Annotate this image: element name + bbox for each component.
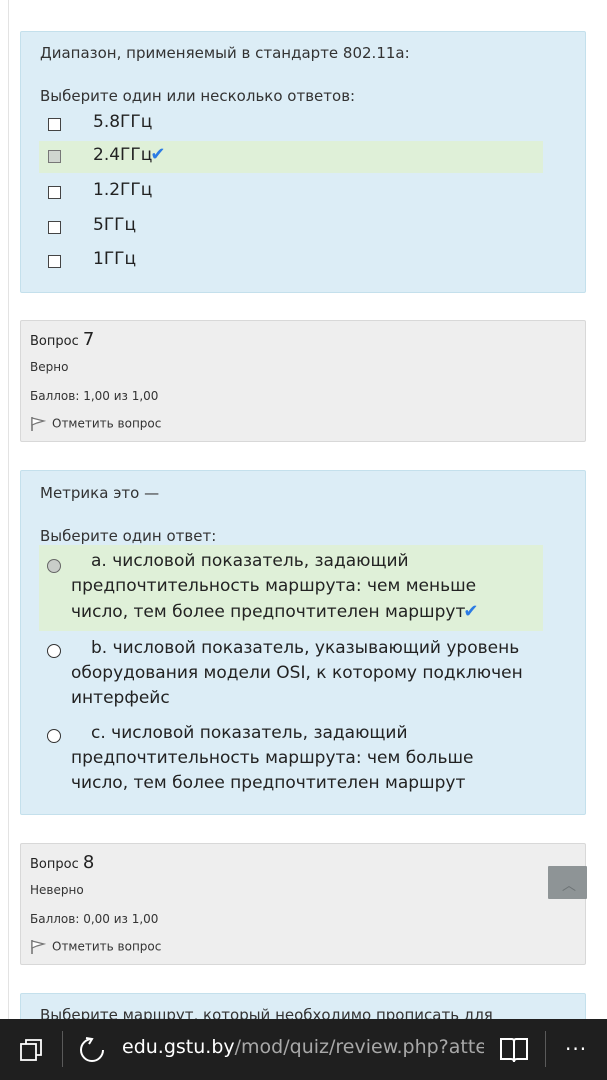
answer-checkbox-checked[interactable] (48, 150, 61, 163)
scroll-to-top-button[interactable]: ︿ (548, 866, 587, 899)
answer-option[interactable]: b. числовой показатель, указывающий уров… (39, 633, 543, 715)
toolbar-separator (62, 1031, 63, 1067)
chevron-up-icon: ︿ (562, 878, 576, 894)
answer-option[interactable]: 5ГГц (39, 212, 543, 244)
answer-label: c. числовой показатель, задающий предпоч… (71, 723, 474, 793)
answer-radio[interactable] (47, 729, 61, 743)
answer-option[interactable]: 1.2ГГц (39, 177, 543, 209)
question-number: Вопрос 7 (30, 329, 95, 350)
answer-option[interactable]: 1ГГц (39, 246, 543, 278)
flag-question-link[interactable]: Отметить вопрос (30, 939, 161, 955)
flag-icon (31, 940, 47, 954)
question-state: Верно (30, 360, 69, 374)
question-grade: Баллов: 1,00 из 1,00 (30, 389, 159, 403)
answer-label: 2.4ГГц (93, 145, 153, 165)
flag-question-link[interactable]: Отметить вопрос (30, 416, 161, 432)
checkmark-icon: ✔ (150, 144, 166, 165)
answer-option[interactable]: c. числовой показатель, задающий предпоч… (39, 719, 543, 801)
page-left-edge (0, 0, 9, 1080)
answer-prompt: Выберите один ответ: (40, 527, 217, 545)
answer-radio-selected[interactable] (47, 559, 61, 573)
answer-option-correct[interactable]: 2.4ГГц✔ (39, 141, 543, 173)
answer-label: 1.2ГГц (93, 180, 153, 200)
question-info-card: Вопрос 7 Верно Баллов: 1,00 из 1,00 Отме… (20, 320, 586, 442)
answer-checkbox[interactable] (48, 221, 61, 234)
answer-label: 5ГГц (93, 215, 137, 235)
more-icon[interactable]: ··· (565, 1037, 587, 1061)
answer-label: 1ГГц (93, 249, 137, 269)
url-domain: edu.gstu.by (122, 1036, 235, 1058)
answer-label: 5.8ГГц (93, 112, 153, 132)
question-card: Диапазон, применяемый в стандарте 802.11… (20, 31, 586, 293)
answer-checkbox[interactable] (48, 186, 61, 199)
question-text: Метрика это — (40, 484, 160, 502)
answer-checkbox[interactable] (48, 255, 61, 268)
question-info-card: Вопрос 8 Неверно Баллов: 0,00 из 1,00 От… (20, 843, 586, 965)
toolbar-separator (545, 1031, 546, 1067)
question-number: Вопрос 8 (30, 852, 95, 873)
reading-view-icon[interactable] (499, 1036, 529, 1064)
answer-checkbox[interactable] (48, 118, 61, 131)
answer-option-correct[interactable]: a. числовой показатель, задающий предпоч… (39, 545, 543, 631)
question-state: Неверно (30, 883, 84, 897)
question-text: Диапазон, применяемый в стандарте 802.11… (40, 44, 410, 62)
checkmark-icon: ✔ (463, 601, 479, 622)
answer-option[interactable]: 5.8ГГц (39, 109, 543, 141)
address-bar[interactable]: edu.gstu.by/mod/quiz/review.php?attempt= (122, 1036, 484, 1058)
refresh-icon[interactable] (78, 1036, 106, 1064)
tabs-icon[interactable] (19, 1038, 43, 1062)
flag-icon (31, 417, 47, 431)
answer-radio[interactable] (47, 644, 61, 658)
answer-prompt: Выберите один или несколько ответов: (40, 87, 356, 105)
url-path: /mod/quiz/review.php?attempt= (234, 1036, 484, 1058)
question-card: Метрика это — Выберите один ответ: a. чи… (20, 470, 586, 815)
question-grade: Баллов: 0,00 из 1,00 (30, 912, 159, 926)
browser-toolbar: edu.gstu.by/mod/quiz/review.php?attempt=… (0, 1019, 607, 1080)
answer-label: a. числовой показатель, задающий предпоч… (71, 551, 477, 622)
answer-label: b. числовой показатель, указывающий уров… (71, 638, 523, 708)
